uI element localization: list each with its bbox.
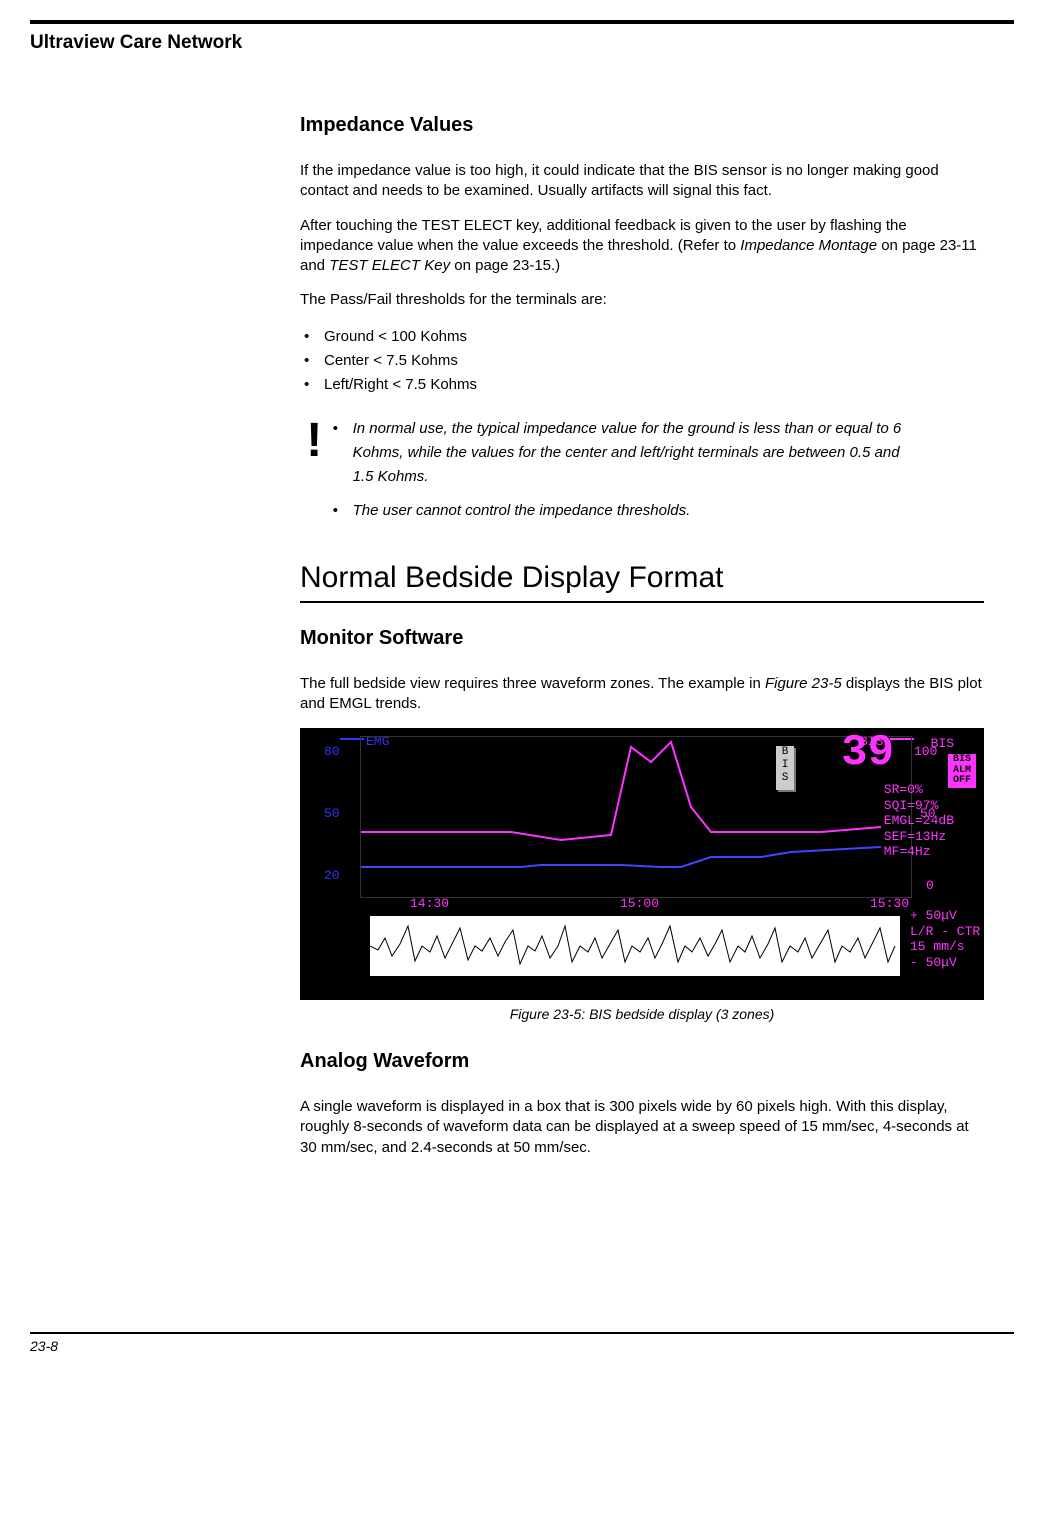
figure-caption: Figure 23-5: BIS bedside display (3 zone…: [300, 1006, 984, 1022]
waveform-svg: [370, 916, 900, 976]
y-right-tick: 0: [926, 878, 934, 893]
stat-line: MF=4Hz: [884, 844, 954, 860]
footer-rule: [30, 1332, 1014, 1334]
wave-info-line: - 50μV: [910, 955, 980, 971]
text: The full bedside view requires three wav…: [300, 675, 765, 692]
page-header: Ultraview Care Network: [30, 32, 1014, 54]
y-left-tick: 50: [324, 806, 340, 821]
paragraph: The Pass/Fail thresholds for the termina…: [300, 290, 984, 310]
paragraph: If the impedance value is too high, it c…: [300, 161, 984, 202]
crossref: Impedance Montage: [740, 237, 877, 254]
paragraph: A single waveform is displayed in a box …: [300, 1097, 984, 1158]
note-block: ! In normal use, the typical impedance v…: [300, 417, 984, 533]
heading-monitor-software: Monitor Software: [300, 627, 984, 650]
paragraph: The full bedside view requires three wav…: [300, 674, 984, 715]
list-item: In normal use, the typical impedance val…: [329, 417, 984, 489]
bis-tab-label: BIS: [782, 746, 789, 784]
stat-block: SR=0% SQI=97% EMGL=24dB SEF=13Hz MF=4Hz: [884, 782, 954, 860]
threshold-list: Ground < 100 Kohms Center < 7.5 Kohms Le…: [300, 325, 984, 397]
waveform-info: + 50μV L/R - CTR 15 mm/s - 50μV: [910, 908, 980, 970]
heading-impedance-values: Impedance Values: [300, 114, 984, 137]
list-item: Ground < 100 Kohms: [300, 325, 984, 349]
list-item: Center < 7.5 Kohms: [300, 349, 984, 373]
x-tick: 15:30: [870, 896, 909, 911]
waveform-box: [370, 916, 900, 976]
heading-normal-bedside: Normal Bedside Display Format: [300, 561, 984, 595]
line-emg: [361, 847, 881, 867]
chart-svg: [361, 737, 911, 897]
text: on page 23-15.): [454, 257, 560, 274]
figure-bis-bedside: EMG BIS 80 50 20 100 50 0 14:30 15:00 15…: [300, 728, 984, 1000]
list-item: The user cannot control the impedance th…: [329, 499, 984, 523]
bis-value: 39: [841, 728, 894, 778]
paragraph: After touching the TEST ELECT key, addit…: [300, 216, 984, 277]
stat-line: SEF=13Hz: [884, 829, 954, 845]
stat-line: SR=0%: [884, 782, 954, 798]
stat-line: SQI=97%: [884, 798, 954, 814]
wave-info-line: 15 mm/s: [910, 939, 980, 955]
line-bis: [361, 742, 881, 840]
crossref: Figure 23-5: [765, 675, 842, 692]
bis-tab: BIS: [776, 746, 794, 790]
y-left-tick: 80: [324, 744, 340, 759]
heading-analog-waveform: Analog Waveform: [300, 1050, 984, 1073]
heading-rule: [300, 601, 984, 603]
wave-info-line: L/R - CTR: [910, 924, 980, 940]
header-rule: [30, 20, 1014, 24]
crossref: TEST ELECT Key: [329, 257, 450, 274]
chart-area: [360, 736, 912, 898]
bis-value-label: BIS: [931, 736, 954, 751]
stat-line: EMGL=24dB: [884, 813, 954, 829]
list-item: Left/Right < 7.5 Kohms: [300, 373, 984, 397]
page-number: 23-8: [30, 1338, 1044, 1354]
note-list: In normal use, the typical impedance val…: [329, 417, 984, 523]
waveform-line: [370, 926, 895, 964]
exclamation-icon: !: [300, 417, 329, 533]
wave-info-line: + 50μV: [910, 908, 980, 924]
x-tick: 15:00: [620, 896, 659, 911]
x-tick: 14:30: [410, 896, 449, 911]
y-left-tick: 20: [324, 868, 340, 883]
